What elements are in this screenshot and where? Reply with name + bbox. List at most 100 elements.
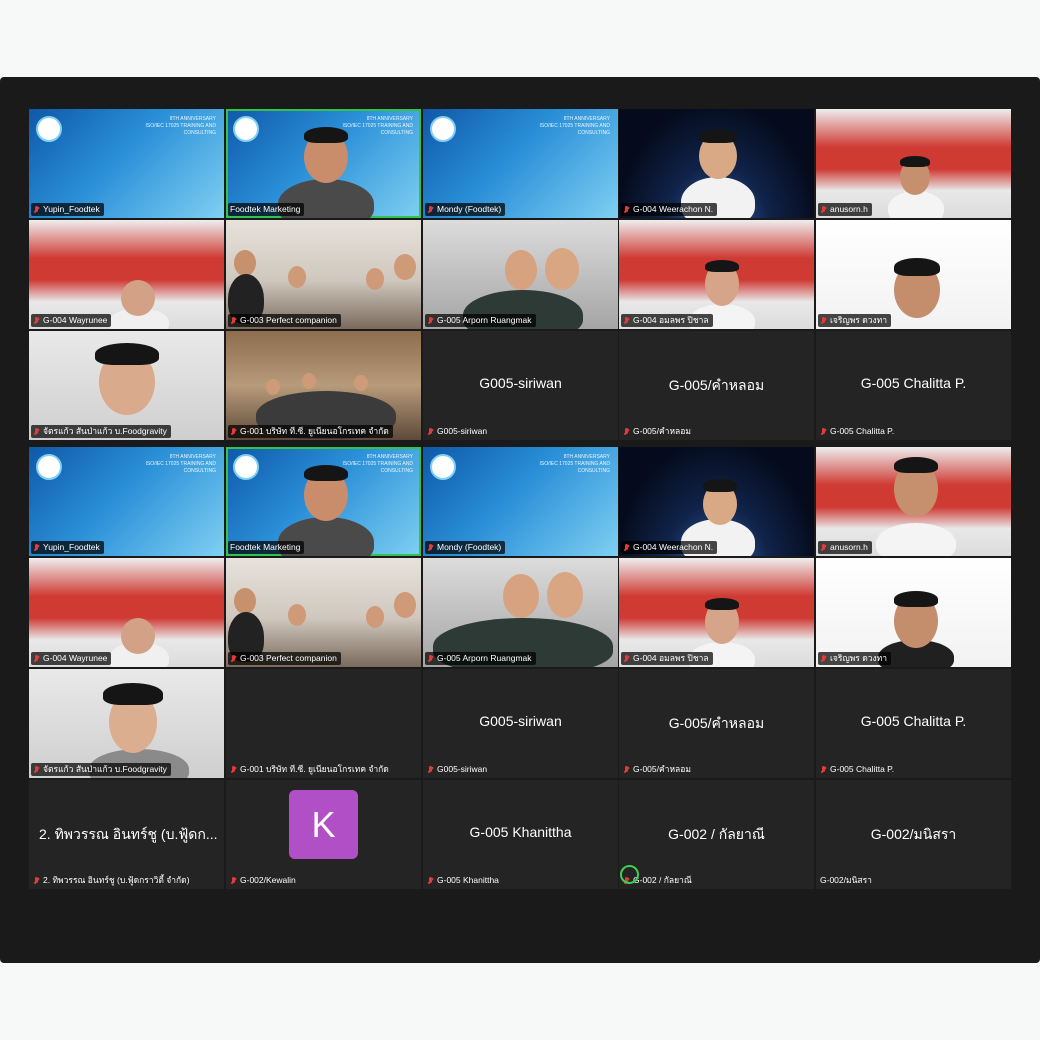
person-hair xyxy=(894,258,940,276)
participant-display-name: G-002/มนิสรา xyxy=(870,826,957,842)
person-head xyxy=(545,248,579,290)
participant-label: G-005 Arporn Ruangmak xyxy=(425,652,536,665)
participant-label: เจริญพร ดวงทา xyxy=(818,652,892,665)
video-tile-perfect-companion-top[interactable]: G-003 Perfect companion xyxy=(226,220,421,329)
participant-name: G-005 Arporn Ruangmak xyxy=(437,653,532,663)
video-tile-weerachon-top[interactable]: G-004 Weerachon N. xyxy=(619,109,814,218)
name-tile-chalitta-bottom[interactable]: G-005 Chalitta P. G-005 Chalitta P. xyxy=(816,669,1011,778)
banner-text: 8TH ANNIVERSARY ISO/IEC 17025 TRAINING AN… xyxy=(124,454,217,475)
muted-mic-icon xyxy=(623,765,631,775)
muted-mic-icon xyxy=(820,654,828,664)
person-hair xyxy=(703,479,737,492)
participant-name: G-002/มนิสรา xyxy=(820,875,872,885)
muted-mic-icon xyxy=(820,765,828,775)
muted-mic-icon xyxy=(623,205,631,215)
name-tile-siriwan-bottom[interactable]: G005-siriwan G005-siriwan xyxy=(423,669,618,778)
person-head xyxy=(366,268,384,290)
participant-name: G-005/คำหลอม xyxy=(633,764,691,774)
participant-label: G-003 Perfect companion xyxy=(228,652,341,665)
avatar-tile-kewalin[interactable]: K G-002/Kewalin xyxy=(226,780,421,889)
participant-name: Yupin_Foodtek xyxy=(43,542,100,552)
video-tile-weerachon-bottom[interactable]: G-004 Weerachon N. xyxy=(619,447,814,556)
participant-name: Mondy (Foodtek) xyxy=(437,204,502,214)
participant-display-name: G-005 Chalitta P. xyxy=(860,713,967,729)
video-tile-foodtek-marketing-top[interactable]: 8TH ANNIVERSARY ISO/IEC 17025 TRAINING AN… xyxy=(226,109,421,218)
name-tile-khamlom-top[interactable]: G-005/คำหลอม G-005/คำหลอม xyxy=(619,331,814,440)
person-head xyxy=(288,604,306,626)
video-tile-mondy-bottom[interactable]: 8TH ANNIVERSARY ISO/IEC 17025 TRAINING AN… xyxy=(423,447,618,556)
participant-label: เจริญพร ดวงทา xyxy=(818,314,892,327)
video-tile-jaroenporn-bottom[interactable]: เจริญพร ดวงทา xyxy=(816,558,1011,667)
participant-name: เจริญพร ดวงทา xyxy=(830,653,888,663)
video-tile-yupin-top[interactable]: 8TH ANNIVERSARY ISO/IEC 17025 TRAINING AN… xyxy=(29,109,224,218)
video-tile-wayrunee-bottom[interactable]: G-004 Wayrunee xyxy=(29,558,224,667)
video-tile-amolporn-bottom[interactable]: G-004 อมลพร ปิชาล xyxy=(619,558,814,667)
video-tile-anusorn-bottom[interactable]: anusorn.h xyxy=(816,447,1011,556)
participant-name: G-003 Perfect companion xyxy=(240,315,337,325)
name-tile-manisara[interactable]: G-002/มนิสรา G-002/มนิสรา xyxy=(816,780,1011,889)
video-tile-yupin-bottom[interactable]: 8TH ANNIVERSARY ISO/IEC 17025 TRAINING AN… xyxy=(29,447,224,556)
banner-line1: 8TH ANNIVERSARY xyxy=(366,454,413,460)
video-tile-arporn-top[interactable]: G-005 Arporn Ruangmak xyxy=(423,220,618,329)
name-tile-tippawan[interactable]: 2. ทิพวรรณ อินทร์ชู (บ.ฟู้ดก... 2. ทิพวร… xyxy=(29,780,224,889)
video-tile-jatkaew-top[interactable]: จัตรแก้ว สันป่าแก้ว บ.Foodgravity xyxy=(29,331,224,440)
muted-mic-icon xyxy=(33,876,41,886)
participant-label: G-002/มนิสรา xyxy=(818,874,876,887)
muted-mic-icon xyxy=(623,316,631,326)
participant-label: G-005 Chalitta P. xyxy=(818,425,898,438)
person-head xyxy=(503,574,539,618)
muted-mic-icon xyxy=(33,427,41,437)
name-tile-khamlom-bottom[interactable]: G-005/คำหลอม G-005/คำหลอม xyxy=(619,669,814,778)
muted-mic-icon xyxy=(33,765,41,775)
video-tile-perfect-companion-bottom[interactable]: G-003 Perfect companion xyxy=(226,558,421,667)
name-tile-kanlayanee[interactable]: G-002 / กัลยาณี G-002 / กัลยาณี xyxy=(619,780,814,889)
name-tile-tc-union-bottom[interactable]: G-001 บริษัท ที.ซี. ยูเนียนอโกรเทค จำกัด xyxy=(226,669,421,778)
participant-label: จัตรแก้ว สันป่าแก้ว บ.Foodgravity xyxy=(31,425,171,438)
participant-label: anusorn.h xyxy=(818,541,872,554)
participant-label: Foodtek Marketing xyxy=(228,541,305,554)
person-hair xyxy=(900,156,930,167)
video-tile-arporn-bottom[interactable]: G-005 Arporn Ruangmak xyxy=(423,558,618,667)
name-tile-khanittha[interactable]: G-005 Khanittha G-005 Khanittha xyxy=(423,780,618,889)
participant-label: Mondy (Foodtek) xyxy=(425,541,506,554)
participant-label: 2. ทิพวรรณ อินทร์ชู (บ.ฟู้ดกราวิตี้ จำกั… xyxy=(31,874,194,887)
video-tile-tc-union-top[interactable]: G-001 บริษัท ที.ซี. ยูเนียนอโกรเทค จำกัด xyxy=(226,331,421,440)
banner-line2: ISO/IEC 17025 TRAINING AND CONSULTING xyxy=(145,461,217,474)
banner-text: 8TH ANNIVERSARY ISO/IEC 17025 TRAINING AN… xyxy=(518,454,611,475)
participant-label: G-005 Chalitta P. xyxy=(818,763,898,776)
participant-name: G-005 Chalitta P. xyxy=(830,764,895,774)
participant-name: G-004 Wayrunee xyxy=(43,653,108,663)
muted-mic-icon xyxy=(427,543,435,553)
video-tile-jaroenporn-top[interactable]: เจริญพร ดวงทา xyxy=(816,220,1011,329)
participant-label: G-005 Khanittha xyxy=(425,874,503,887)
participant-label: G-005/คำหลอม xyxy=(621,763,695,776)
person-hair xyxy=(705,260,739,272)
participant-name: G-005 Khanittha xyxy=(437,875,499,885)
participant-display-name: G005-siriwan xyxy=(479,713,562,729)
participant-label: G-004 Wayrunee xyxy=(31,652,112,665)
participant-display-name: G-005/คำหลอม xyxy=(668,715,765,731)
muted-mic-icon xyxy=(427,427,435,437)
participant-name: Foodtek Marketing xyxy=(230,542,301,552)
participant-name: จัตรแก้ว สันป่าแก้ว บ.Foodgravity xyxy=(43,764,167,774)
participant-label: G-001 บริษัท ที.ซี. ยูเนียนอโกรเทค จำกัด xyxy=(228,425,393,438)
participant-name: G005-siriwan xyxy=(437,426,488,436)
video-tile-mondy-top[interactable]: 8TH ANNIVERSARY ISO/IEC 17025 TRAINING AN… xyxy=(423,109,618,218)
participant-label: anusorn.h xyxy=(818,203,872,216)
participant-label: G005-siriwan xyxy=(425,425,491,438)
video-tile-anusorn-top[interactable]: anusorn.h xyxy=(816,109,1011,218)
person-hair xyxy=(103,683,163,705)
muted-mic-icon xyxy=(820,543,828,553)
person-head xyxy=(234,588,256,614)
participant-name: anusorn.h xyxy=(830,204,868,214)
participant-name: เจริญพร ดวงทา xyxy=(830,315,888,325)
video-tile-foodtek-marketing-bottom[interactable]: 8TH ANNIVERSARY ISO/IEC 17025 TRAINING AN… xyxy=(226,447,421,556)
participant-label: G-004 อมลพร ปิชาล xyxy=(621,314,713,327)
video-tile-wayrunee-top[interactable]: G-004 Wayrunee xyxy=(29,220,224,329)
video-tile-amolporn-top[interactable]: G-004 อมลพร ปิชาล xyxy=(619,220,814,329)
video-tile-jatkaew-bottom[interactable]: จัตรแก้ว สันป่าแก้ว บ.Foodgravity xyxy=(29,669,224,778)
person-head xyxy=(354,375,368,391)
name-tile-chalitta-top[interactable]: G-005 Chalitta P. G-005 Chalitta P. xyxy=(816,331,1011,440)
name-tile-siriwan-top[interactable]: G005-siriwan G005-siriwan xyxy=(423,331,618,440)
person-hair xyxy=(304,127,348,143)
